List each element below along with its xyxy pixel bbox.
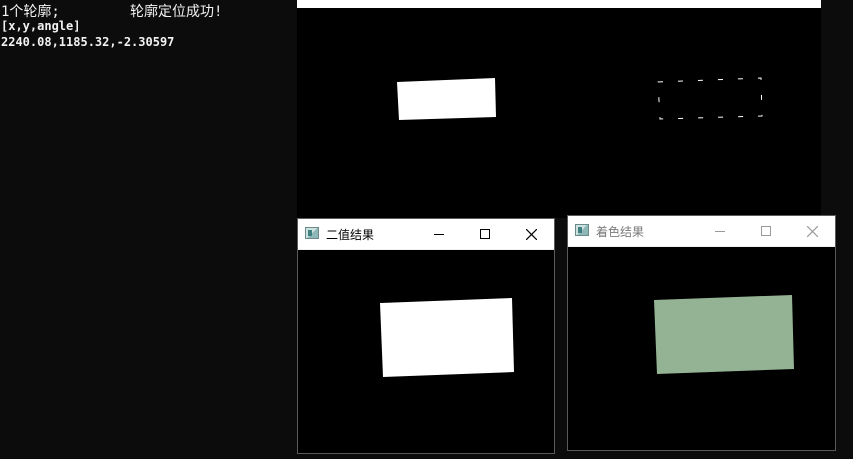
console-result: 2240.08,1185.32,-2.30597 [1,35,175,49]
maximize-icon[interactable] [743,216,789,246]
close-icon[interactable] [508,219,554,249]
window-title: 二值结果 [326,228,375,242]
close-icon[interactable] [789,216,835,246]
opencv-window-icon [575,224,589,236]
colored-result-window[interactable]: 着色结果 [567,215,836,451]
image-canvas [397,78,496,120]
colored-rectangle-shape [654,295,794,374]
window-titlebar[interactable]: 二值结果 [298,219,554,249]
window-frame-edge [554,0,821,8]
image-window-top-right[interactable] [554,0,821,218]
console-contour-count: 1个轮廓; [1,4,60,20]
console-window: 1个轮廓; 轮廓定位成功! [x,y,angle] 2240.08,1185.3… [0,0,297,459]
opencv-window-icon [305,227,319,239]
console-header: [x,y,angle] [1,19,81,33]
contour-outline-shape [657,77,763,120]
window-titlebar[interactable]: 着色结果 [568,216,835,246]
image-window-top-left[interactable] [297,0,554,222]
image-canvas [298,250,554,453]
white-rectangle-shape [380,298,514,377]
image-canvas [568,247,835,450]
white-rectangle-shape [397,78,496,120]
minimize-icon[interactable] [697,216,743,246]
binary-result-window[interactable]: 二值结果 [297,218,555,454]
minimize-icon[interactable] [416,219,462,249]
window-title: 着色结果 [596,225,645,239]
console-success-message: 轮廓定位成功! [130,4,223,20]
maximize-icon[interactable] [462,219,508,249]
contour-canvas [657,77,763,120]
window-frame-edge [297,0,554,8]
